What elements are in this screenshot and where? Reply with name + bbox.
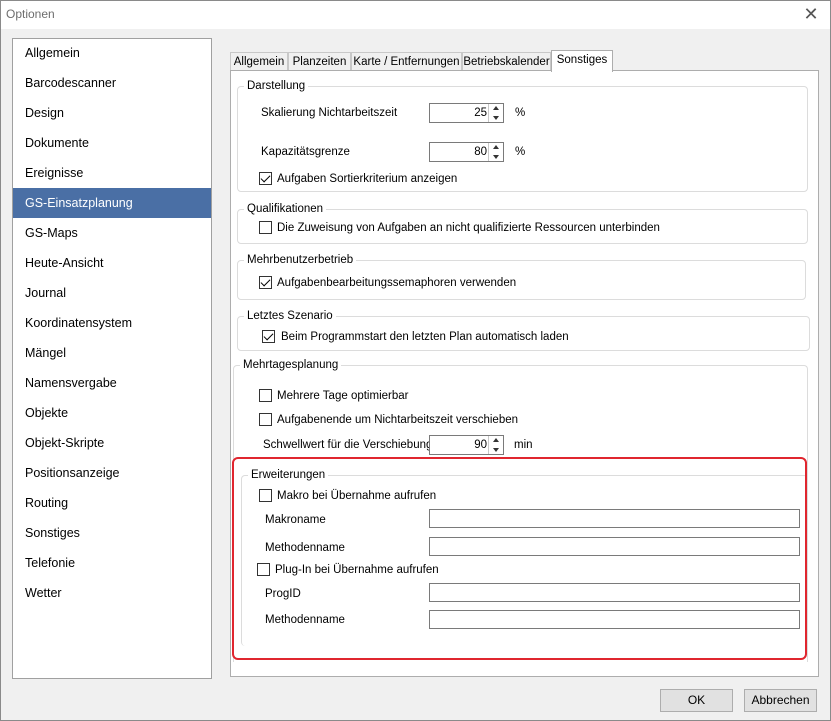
spin-up-icon[interactable] — [489, 436, 503, 445]
plugin-methodenname-label: Methodenname — [265, 614, 345, 626]
tab-allgemein[interactable]: Allgemein — [230, 52, 288, 70]
zuweisung-checkbox[interactable] — [259, 221, 272, 234]
group-title-mehrbenutzer: Mehrbenutzerbetrieb — [244, 253, 357, 267]
sidebar-item-telefonie[interactable]: Telefonie — [13, 549, 211, 578]
options-window: Optionen ✕ Allgemein Barcodescanner Desi… — [0, 0, 831, 721]
sidebar-item-heute-ansicht[interactable]: Heute-Ansicht — [13, 249, 211, 278]
group-title-erweiterungen: Erweiterungen — [248, 468, 329, 482]
semaphoren-checkbox[interactable] — [259, 276, 272, 289]
laden-label[interactable]: Beim Programmstart den letzten Plan auto… — [281, 330, 569, 344]
schwellwert-value[interactable]: 90 — [474, 438, 487, 452]
plugin-methodenname-input[interactable] — [429, 610, 800, 629]
plugin-checkbox[interactable] — [257, 563, 270, 576]
progid-input[interactable] — [429, 583, 800, 602]
schwellwert-label: Schwellwert für die Verschiebung — [263, 439, 433, 451]
tab-sonstiges[interactable]: Sonstiges — [551, 50, 613, 72]
kapazitaet-stepper[interactable]: 80 — [429, 142, 504, 162]
sidebar-item-objekte[interactable]: Objekte — [13, 399, 211, 428]
sidebar-item-allgemein[interactable]: Allgemein — [13, 39, 211, 68]
optimierbar-label[interactable]: Mehrere Tage optimierbar — [277, 389, 408, 403]
category-list[interactable]: Allgemein Barcodescanner Design Dokument… — [12, 38, 212, 679]
skalierung-value[interactable]: 25 — [474, 106, 487, 120]
schwellwert-spin-buttons — [488, 436, 503, 454]
schwellwert-stepper[interactable]: 90 — [429, 435, 504, 455]
plugin-label[interactable]: Plug-In bei Übernahme aufrufen — [275, 563, 439, 577]
sidebar-item-gs-einsatzplanung[interactable]: GS-Einsatzplanung — [13, 188, 211, 218]
sidebar-item-objekt-skripte[interactable]: Objekt-Skripte — [13, 429, 211, 458]
makro-label[interactable]: Makro bei Übernahme aufrufen — [277, 489, 436, 503]
group-title-darstellung: Darstellung — [244, 79, 309, 93]
tab-karte-entfernungen[interactable]: Karte / Entfernungen — [351, 52, 462, 70]
verschieben-label[interactable]: Aufgabenende um Nichtarbeitszeit verschi… — [277, 413, 518, 427]
sidebar-item-ereignisse[interactable]: Ereignisse — [13, 159, 211, 188]
window-title: Optionen — [6, 7, 55, 21]
tab-planzeiten[interactable]: Planzeiten — [288, 52, 351, 70]
sidebar-item-design[interactable]: Design — [13, 99, 211, 128]
sidebar-item-namensvergabe[interactable]: Namensvergabe — [13, 369, 211, 398]
schwellwert-unit: min — [514, 439, 533, 451]
sidebar-item-maengel[interactable]: Mängel — [13, 339, 211, 368]
cancel-button[interactable]: Abbrechen — [744, 689, 817, 712]
skalierung-label: Skalierung Nichtarbeitszeit — [261, 107, 398, 119]
sidebar-item-positionsanzeige[interactable]: Positionsanzeige — [13, 459, 211, 488]
group-title-letztes-szenario: Letztes Szenario — [244, 309, 336, 323]
spin-down-icon[interactable] — [489, 445, 503, 454]
spin-up-icon[interactable] — [489, 104, 503, 113]
spin-up-icon[interactable] — [489, 143, 503, 152]
makroname-label: Makroname — [265, 514, 326, 526]
zuweisung-label[interactable]: Die Zuweisung von Aufgaben an nicht qual… — [277, 221, 660, 235]
methodenname-label: Methodenname — [265, 542, 345, 554]
sidebar-item-routing[interactable]: Routing — [13, 489, 211, 518]
kapazitaet-label: Kapazitätsgrenze — [261, 146, 350, 158]
sidebar-item-koordinatensystem[interactable]: Koordinatensystem — [13, 309, 211, 338]
sidebar-item-dokumente[interactable]: Dokumente — [13, 129, 211, 158]
methodenname-input[interactable] — [429, 537, 800, 556]
close-icon[interactable]: ✕ — [800, 3, 822, 25]
skalierung-unit: % — [515, 107, 526, 119]
sidebar-item-sonstiges[interactable]: Sonstiges — [13, 519, 211, 548]
title-bar: Optionen ✕ — [1, 1, 830, 29]
sortier-label[interactable]: Aufgaben Sortierkriterium anzeigen — [277, 172, 457, 186]
kapazitaet-unit: % — [515, 146, 526, 158]
kapazitaet-spin-buttons — [488, 143, 503, 161]
sortier-checkbox[interactable] — [259, 172, 272, 185]
progid-label: ProgID — [265, 588, 301, 600]
optimierbar-checkbox[interactable] — [259, 389, 272, 402]
verschieben-checkbox[interactable] — [259, 413, 272, 426]
sidebar-item-barcodescanner[interactable]: Barcodescanner — [13, 69, 211, 98]
spin-down-icon[interactable] — [489, 113, 503, 122]
sidebar-item-wetter[interactable]: Wetter — [13, 579, 211, 608]
makro-checkbox[interactable] — [259, 489, 272, 502]
semaphoren-label[interactable]: Aufgabenbearbeitungssemaphoren verwenden — [277, 276, 516, 290]
laden-checkbox[interactable] — [262, 330, 275, 343]
makroname-input[interactable] — [429, 509, 800, 528]
skalierung-spin-buttons — [488, 104, 503, 122]
sidebar-item-journal[interactable]: Journal — [13, 279, 211, 308]
spin-down-icon[interactable] — [489, 152, 503, 161]
kapazitaet-value[interactable]: 80 — [474, 145, 487, 159]
sidebar-item-gs-maps[interactable]: GS-Maps — [13, 219, 211, 248]
ok-button[interactable]: OK — [660, 689, 733, 712]
skalierung-stepper[interactable]: 25 — [429, 103, 504, 123]
group-title-qualifikationen: Qualifikationen — [244, 202, 327, 216]
tab-betriebskalender[interactable]: Betriebskalender — [462, 52, 551, 70]
group-title-mehrtagesplanung: Mehrtagesplanung — [240, 358, 342, 372]
